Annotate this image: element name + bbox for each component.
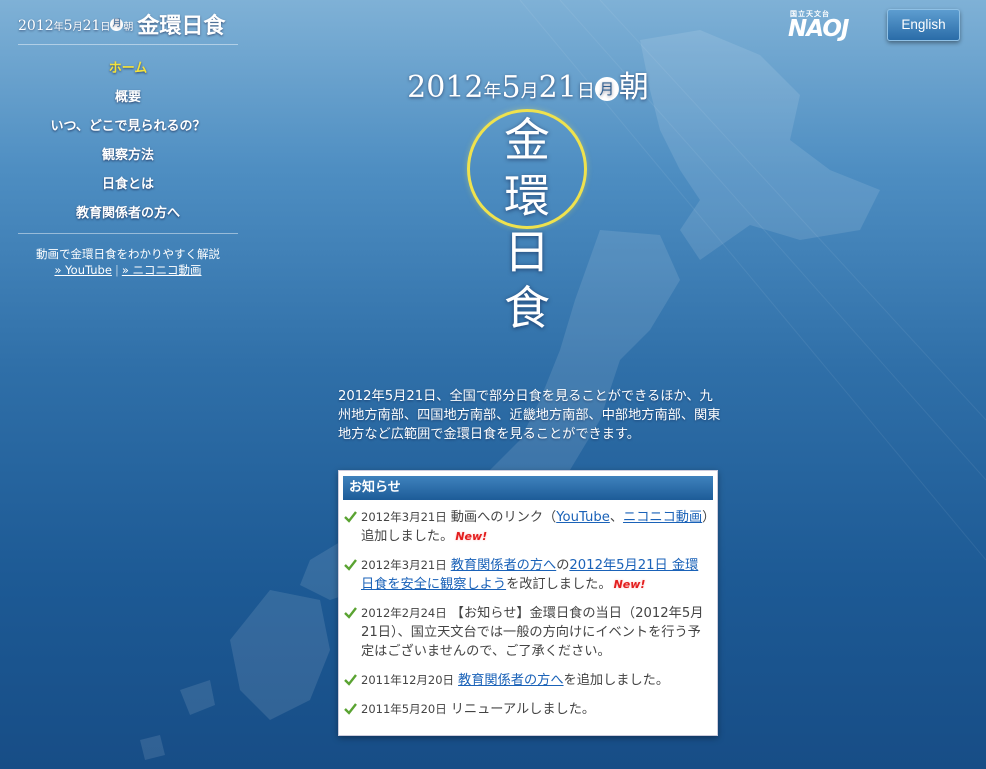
video-description: 動画で金環日食をわかりやすく解説	[36, 247, 220, 261]
news-item: 2012年2月24日 【お知らせ】金環日食の当日（2012年5月21日）、国立天文…	[344, 604, 709, 661]
nav-item-home[interactable]: ホーム	[18, 54, 238, 83]
site-title-main: 金環日食	[137, 13, 226, 39]
hero-weekday-moon-icon: 月	[594, 77, 619, 101]
hero-title-char: 環	[504, 169, 550, 223]
video-links: 動画で金環日食をわかりやすく解説 » YouTube |» ニコニコ動画	[18, 246, 238, 278]
new-badge: New!	[613, 578, 646, 591]
hero-title-char: 金	[504, 113, 550, 167]
nav-item-overview[interactable]: 概要	[18, 83, 238, 112]
check-icon	[344, 511, 357, 523]
site-title-date: 2012年5月21日月朝	[18, 18, 134, 34]
nav-item-educators[interactable]: 教育関係者の方へ	[18, 199, 238, 228]
nav-item-observation[interactable]: 観察方法	[18, 141, 238, 170]
english-button[interactable]: English	[887, 9, 960, 41]
main-nav: ホーム 概要 いつ、どこで見られるの？ 観察方法 日食とは 教育関係者の方へ	[18, 54, 238, 228]
naoj-logo[interactable]: 国立天文台 NAOJ	[788, 10, 870, 42]
news-youtube-link[interactable]: YouTube	[556, 510, 610, 525]
news-educators-link[interactable]: 教育関係者の方へ	[458, 673, 564, 688]
news-item: 2012年3月21日 教育関係者の方への2012年5月21日 金環日食を安全に観察…	[344, 556, 709, 594]
check-icon	[344, 607, 357, 619]
hero-title: 金 環 日 食	[497, 112, 557, 336]
news-item: 2012年3月21日 動画へのリンク（YouTube、ニコニコ動画）追加しました。…	[344, 508, 709, 546]
hero-title-char: 日	[504, 225, 550, 279]
youtube-link[interactable]: » YouTube	[54, 263, 111, 277]
news-date: 2012年2月24日	[361, 606, 447, 620]
weekday-moon-icon: 月	[110, 18, 124, 31]
niconico-link[interactable]: » ニコニコ動画	[122, 263, 202, 277]
hero-title-char: 食	[504, 281, 550, 335]
news-niconico-link[interactable]: ニコニコ動画	[623, 510, 702, 525]
naoj-logo-text: NAOJ	[788, 16, 849, 42]
nav-item-about-eclipse[interactable]: 日食とは	[18, 170, 238, 199]
news-date: 2012年3月21日	[361, 558, 447, 572]
nav-divider	[18, 233, 238, 234]
news-heading: お知らせ	[343, 476, 713, 500]
check-icon	[344, 703, 357, 715]
news-date: 2011年12月20日	[361, 673, 455, 687]
news-date: 2012年3月21日	[361, 510, 447, 524]
check-icon	[344, 674, 357, 686]
site-title[interactable]: 2012年5月21日月朝金環日食	[18, 8, 238, 45]
news-box: お知らせ 2012年3月21日 動画へのリンク（YouTube、ニコニコ動画）追加…	[338, 470, 718, 736]
news-item: 2011年5月20日 リニューアルしました。	[344, 700, 709, 719]
news-list: 2012年3月21日 動画へのリンク（YouTube、ニコニコ動画）追加しました。…	[339, 500, 717, 719]
news-item: 2011年12月20日 教育関係者の方へを追加しました。	[344, 671, 709, 690]
intro-text: 2012年5月21日、全国で部分日食を見ることができるほか、九州地方南部、四国地…	[338, 389, 721, 443]
new-badge: New!	[455, 530, 488, 543]
hero-date: 2012年5月21日月朝	[407, 70, 649, 105]
news-educators-link[interactable]: 教育関係者の方へ	[451, 558, 557, 573]
check-icon	[344, 559, 357, 571]
nav-item-when-where[interactable]: いつ、どこで見られるの？	[18, 112, 238, 141]
link-separator: |	[114, 263, 119, 277]
news-date: 2011年5月20日	[361, 702, 447, 716]
